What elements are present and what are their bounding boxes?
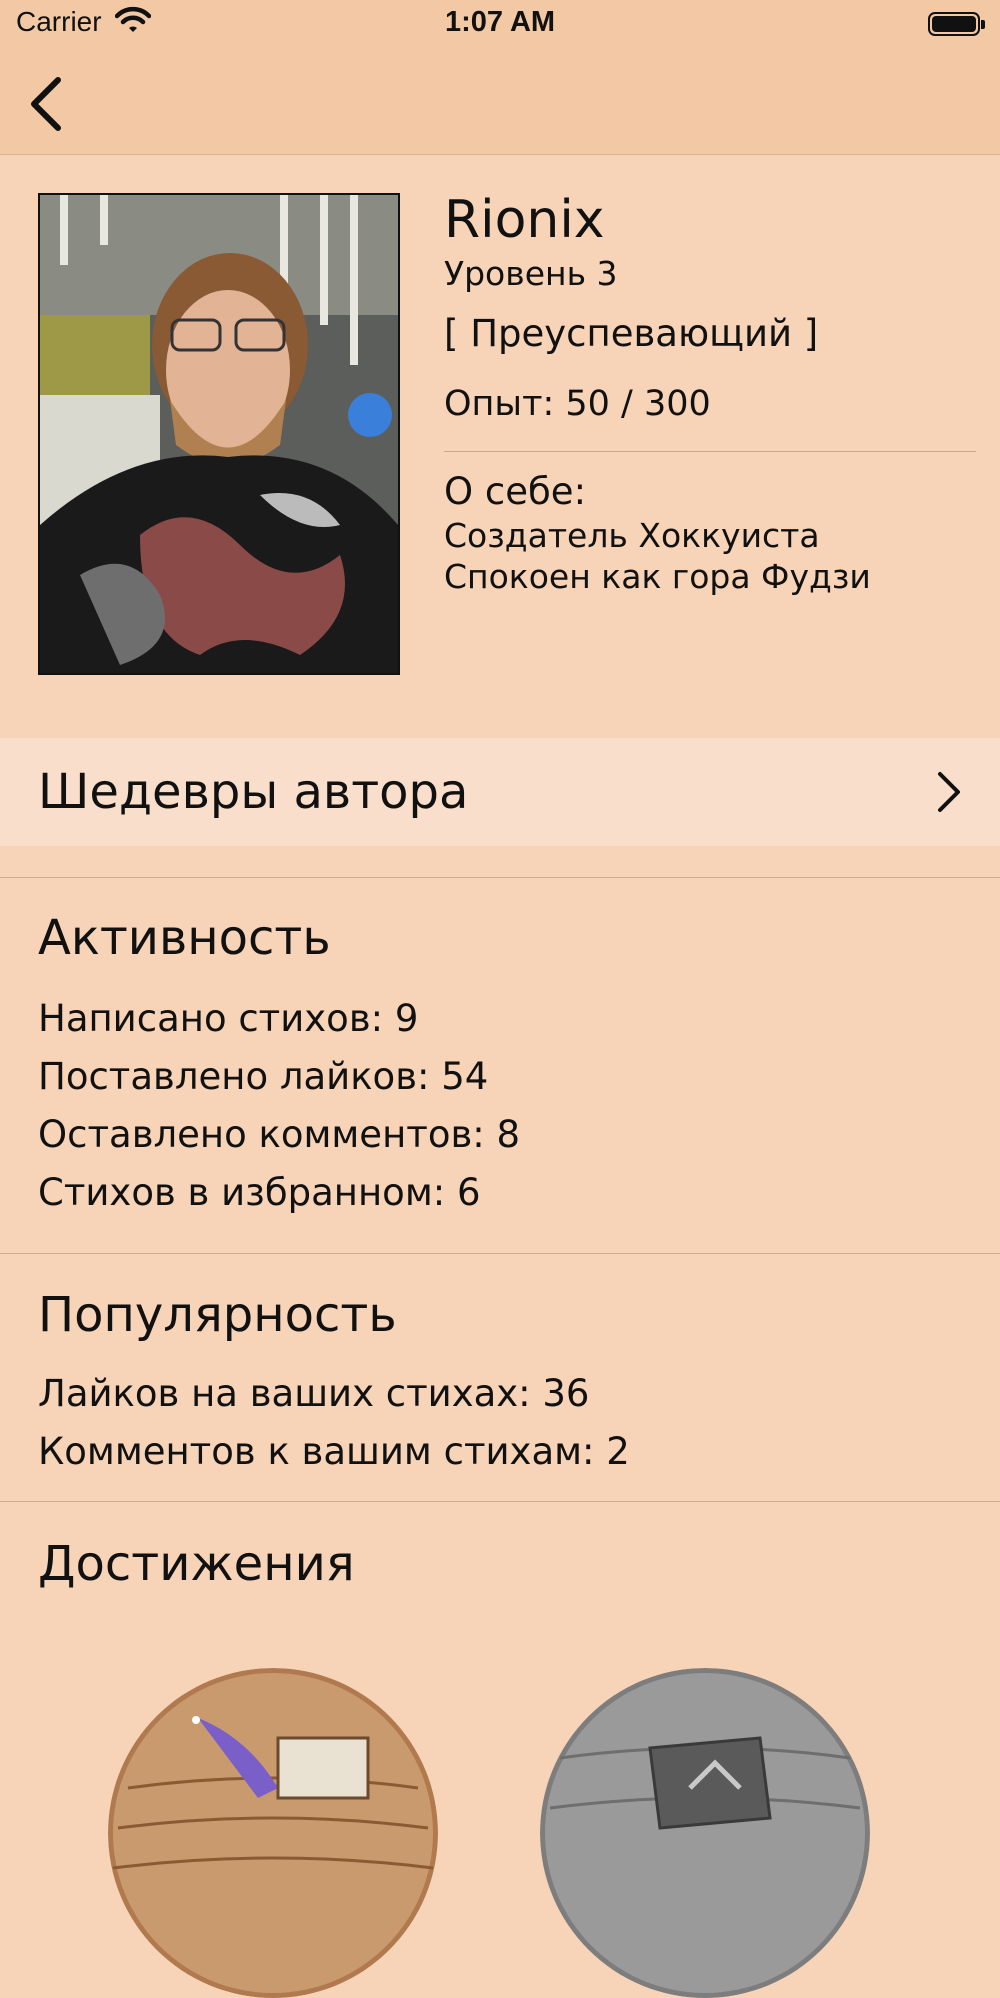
stone-tablet-icon — [540, 1668, 870, 1998]
chevron-left-icon — [31, 77, 61, 131]
profile-level: Уровень 3 — [444, 254, 618, 293]
chevron-right-icon — [938, 772, 960, 812]
battery-tip — [981, 20, 985, 29]
about-label: О себе: — [444, 470, 587, 513]
divider — [0, 1501, 1000, 1502]
popularity-title: Популярность — [38, 1287, 397, 1343]
popularity-stat: Лайков на ваших стихах: 36 — [38, 1372, 590, 1415]
popularity-stat: Комментов к вашим стихам: 2 — [38, 1430, 630, 1473]
achievement-badge[interactable] — [108, 1668, 438, 1998]
feather-quill-icon — [108, 1668, 438, 1998]
activity-stat: Написано стихов: 9 — [38, 997, 419, 1040]
battery-icon — [928, 12, 980, 36]
activity-stat: Стихов в избранном: 6 — [38, 1171, 481, 1214]
achievement-badge[interactable] — [540, 1668, 870, 1998]
masterpieces-row[interactable]: Шедевры автора — [0, 738, 1000, 846]
divider — [0, 1253, 1000, 1254]
avatar — [38, 193, 400, 675]
about-line: Спокоен как гора Фудзи — [444, 557, 871, 596]
activity-stat: Оставлено комментов: 8 — [38, 1113, 521, 1156]
masterpieces-label: Шедевры автора — [38, 764, 469, 820]
profile-experience: Опыт: 50 / 300 — [444, 384, 711, 424]
profile-rank: [ Преуспевающий ] — [444, 312, 819, 355]
about-line: Создатель Хоккуиста — [444, 516, 820, 555]
back-button[interactable] — [20, 70, 80, 134]
profile-photo — [40, 195, 398, 673]
divider — [0, 877, 1000, 878]
profile-name: Rionix — [444, 190, 605, 250]
status-time: 1:07 AM — [444, 6, 556, 38]
activity-title: Активность — [38, 910, 331, 966]
divider — [444, 451, 976, 452]
activity-stat: Поставлено лайков: 54 — [38, 1055, 489, 1098]
achievements-title: Достижения — [38, 1536, 355, 1592]
